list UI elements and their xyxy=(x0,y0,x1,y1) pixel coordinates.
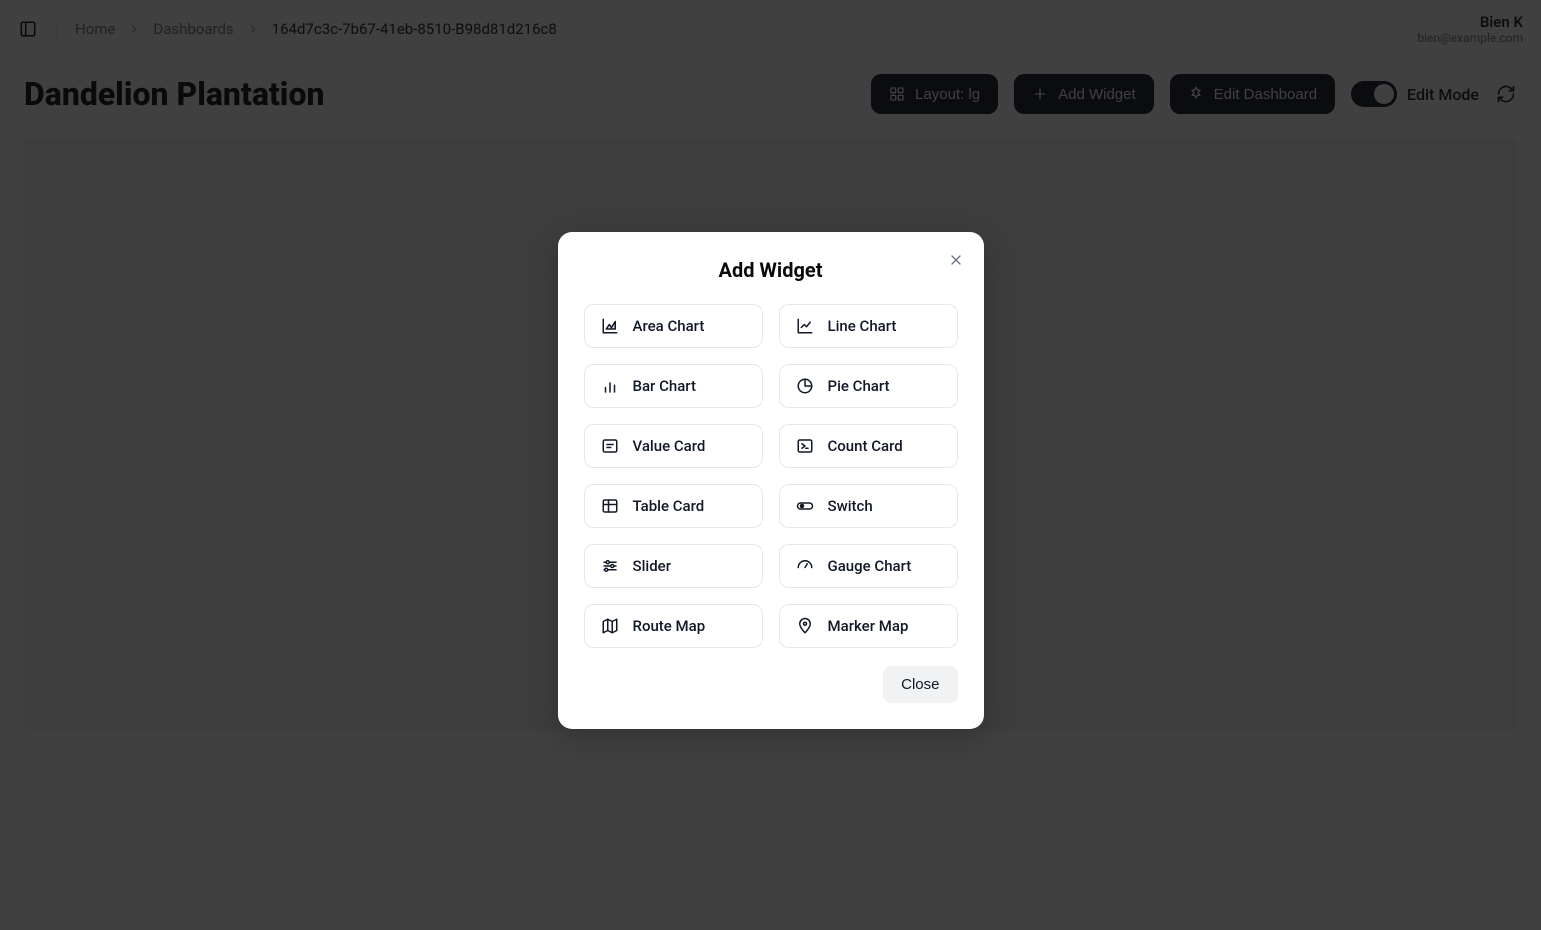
modal-footer: Close xyxy=(584,666,958,703)
widget-option-label: Gauge Chart xyxy=(828,557,912,575)
widget-option-gauge-chart[interactable]: Gauge Chart xyxy=(779,544,958,588)
widget-option-label: Count Card xyxy=(828,437,903,455)
table-icon xyxy=(601,497,619,515)
area-chart-icon xyxy=(601,317,619,335)
widget-option-marker-map[interactable]: Marker Map xyxy=(779,604,958,648)
bar-chart-icon xyxy=(601,377,619,395)
widget-option-line-chart[interactable]: Line Chart xyxy=(779,304,958,348)
widget-option-slider[interactable]: Slider xyxy=(584,544,763,588)
modal-close-button[interactable] xyxy=(946,250,966,270)
widget-option-label: Route Map xyxy=(633,617,706,635)
route-map-icon xyxy=(601,617,619,635)
widget-option-pie-chart[interactable]: Pie Chart xyxy=(779,364,958,408)
value-card-icon xyxy=(601,437,619,455)
widget-option-label: Line Chart xyxy=(828,317,897,335)
widget-option-label: Pie Chart xyxy=(828,377,890,395)
widget-option-label: Marker Map xyxy=(828,617,909,635)
pie-chart-icon xyxy=(796,377,814,395)
widget-option-label: Slider xyxy=(633,557,672,575)
widget-option-label: Table Card xyxy=(633,497,705,515)
modal-title: Add Widget xyxy=(584,258,958,282)
widget-option-label: Value Card xyxy=(633,437,706,455)
widget-option-switch[interactable]: Switch xyxy=(779,484,958,528)
widget-option-area-chart[interactable]: Area Chart xyxy=(584,304,763,348)
line-chart-icon xyxy=(796,317,814,335)
gauge-icon xyxy=(796,557,814,575)
widget-option-table-card[interactable]: Table Card xyxy=(584,484,763,528)
widget-options-grid: Area Chart Line Chart xyxy=(584,304,958,648)
widget-option-label: Area Chart xyxy=(633,317,705,335)
slider-icon xyxy=(601,557,619,575)
widget-option-count-card[interactable]: Count Card xyxy=(779,424,958,468)
widget-option-value-card[interactable]: Value Card xyxy=(584,424,763,468)
switch-icon xyxy=(796,497,814,515)
widget-option-route-map[interactable]: Route Map xyxy=(584,604,763,648)
widget-option-label: Switch xyxy=(828,497,873,515)
widget-option-bar-chart[interactable]: Bar Chart xyxy=(584,364,763,408)
modal-overlay[interactable]: Add Widget Area Chart L xyxy=(0,0,1541,930)
marker-map-icon xyxy=(796,617,814,635)
count-card-icon xyxy=(796,437,814,455)
modal-close-footer-button[interactable]: Close xyxy=(883,666,957,703)
close-icon xyxy=(948,252,964,268)
widget-option-label: Bar Chart xyxy=(633,377,696,395)
add-widget-modal: Add Widget Area Chart L xyxy=(558,232,984,729)
